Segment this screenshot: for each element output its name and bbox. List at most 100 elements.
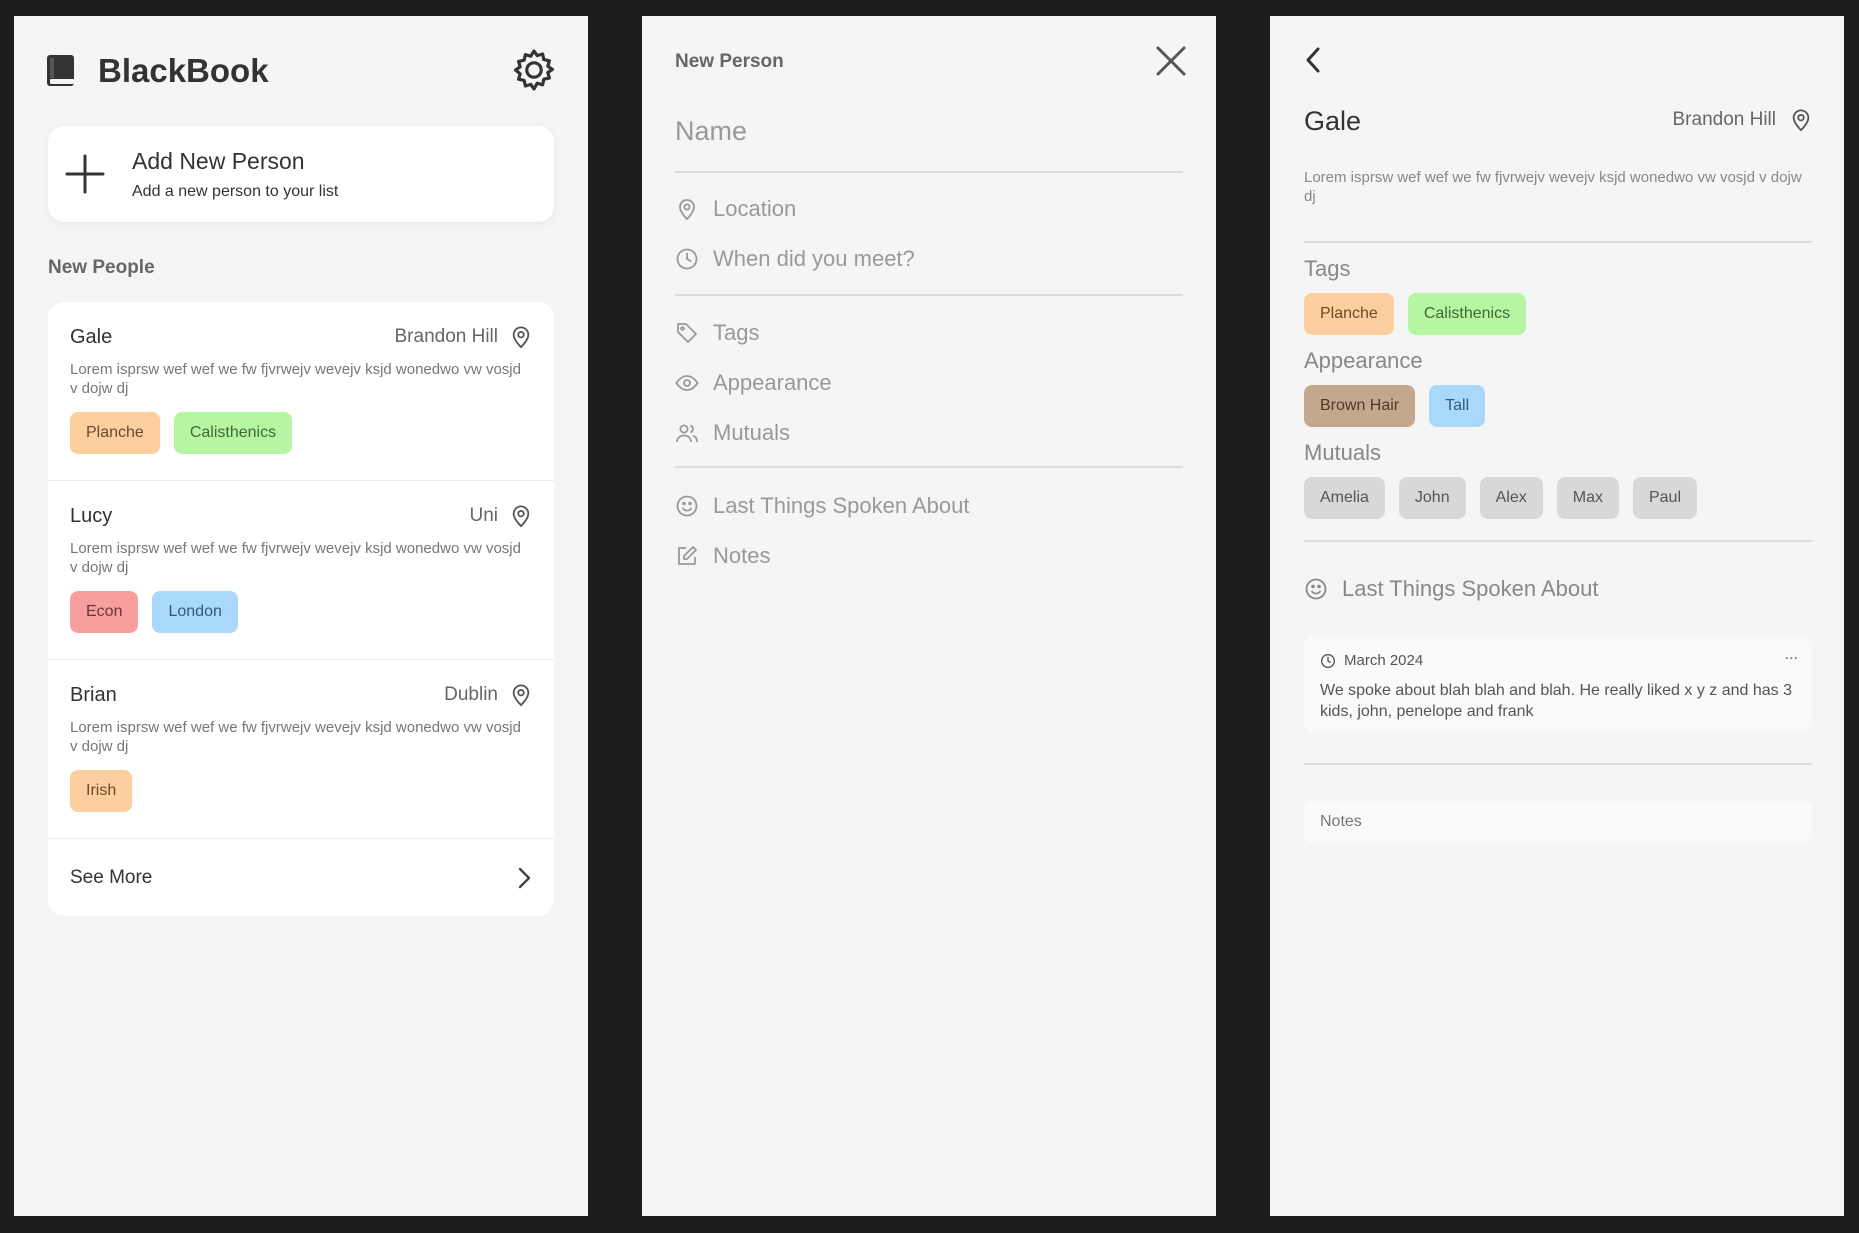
met-date-field[interactable]: When did you meet? <box>675 246 915 272</box>
gear-icon[interactable] <box>510 46 558 94</box>
person-description: Lorem isprsw wef wef we fw fjvrwejv weve… <box>70 361 521 397</box>
list-item[interactable]: Gale Brandon Hill Lorem isprsw wef wef w… <box>48 302 554 481</box>
location-pin-icon <box>510 683 532 707</box>
see-more-button[interactable]: See More <box>48 839 554 916</box>
tag[interactable]: Brown Hair <box>1304 385 1416 427</box>
mutuals-label: Mutuals <box>713 420 791 445</box>
person-location: Dublin <box>444 684 498 705</box>
person-name: Brian <box>70 683 117 706</box>
divider <box>675 466 1183 468</box>
divider <box>675 294 1183 296</box>
location-label: Location <box>713 196 797 221</box>
location-field[interactable]: Location <box>675 196 796 222</box>
tags-field[interactable]: Tags <box>675 320 759 346</box>
add-new-person-button[interactable]: Add New Person Add a new person to your … <box>48 126 554 222</box>
clock-icon <box>1320 653 1336 669</box>
see-more-label: See More <box>70 866 153 888</box>
last-spoken-label: Last Things Spoken About <box>1342 576 1599 601</box>
more-options-button[interactable]: ... <box>1785 646 1798 664</box>
add-card-subtitle: Add a new person to your list <box>132 182 339 200</box>
smile-icon <box>1304 577 1328 601</box>
notes-field[interactable]: Notes <box>1304 801 1812 843</box>
close-icon[interactable] <box>1154 44 1188 78</box>
person-location: Uni <box>469 505 498 526</box>
brand: BlackBook <box>46 52 269 90</box>
tags-label: Tags <box>713 320 760 345</box>
people-list: Gale Brandon Hill Lorem isprsw wef wef w… <box>48 302 554 916</box>
divider <box>1304 763 1812 765</box>
mutuals-field[interactable]: Mutuals <box>675 420 790 446</box>
mutual-chip[interactable]: John <box>1398 477 1466 519</box>
mutual-chip[interactable]: Amelia <box>1304 477 1385 519</box>
mutual-chip[interactable]: Alex <box>1479 477 1543 519</box>
person-description: Lorem isprsw wef wef we fw fjvrwejv weve… <box>70 719 521 755</box>
person-description: Lorem isprsw wef wef we fw fjvrwejv weve… <box>1304 169 1802 205</box>
mutuals-label: Mutuals <box>1304 440 1382 465</box>
person-name: Gale <box>70 325 113 348</box>
tag[interactable]: London <box>152 591 238 633</box>
notes-label: Notes <box>713 543 771 568</box>
tag[interactable]: Calisthenics <box>1407 293 1527 335</box>
name-input[interactable]: Name <box>675 116 747 147</box>
divider <box>1304 540 1812 542</box>
book-icon <box>46 54 76 88</box>
smile-icon <box>675 494 699 518</box>
app-title: BlackBook <box>98 52 269 89</box>
tag[interactable]: Tall <box>1429 385 1486 427</box>
person-detail-screen: Gale Brandon Hill Lorem isprsw wef wef w… <box>1270 16 1844 1216</box>
conversation-note[interactable]: March 2024 ... We spoke about blah blah … <box>1304 636 1812 732</box>
eye-icon <box>675 371 699 395</box>
tag-list: Planche Calisthenics <box>70 412 532 454</box>
note-text: We spoke about blah blah and blah. He re… <box>1320 682 1792 720</box>
appearance-label: Appearance <box>713 370 832 395</box>
person-name: Lucy <box>70 504 113 527</box>
location-pin-icon <box>1790 108 1812 132</box>
person-name: Gale <box>1304 106 1362 136</box>
tag[interactable]: Econ <box>70 591 139 633</box>
location-pin-icon <box>510 504 532 528</box>
page-title: New Person <box>675 51 784 72</box>
edit-icon <box>675 544 699 568</box>
tag[interactable]: Planche <box>70 412 160 454</box>
tag-list: Planche Calisthenics <box>1304 293 1527 335</box>
mutuals-list: Amelia John Alex Max Paul <box>1304 477 1697 519</box>
divider <box>1304 241 1812 243</box>
mutual-chip[interactable]: Max <box>1556 477 1619 519</box>
back-chevron-icon[interactable] <box>1298 44 1330 76</box>
tag[interactable]: Irish <box>70 770 133 812</box>
users-icon <box>675 421 699 445</box>
chevron-right-icon <box>516 866 532 890</box>
list-item[interactable]: Lucy Uni Lorem isprsw wef wef we fw fjvr… <box>48 481 554 660</box>
person-description: Lorem isprsw wef wef we fw fjvrwejv weve… <box>70 540 521 576</box>
tag-icon <box>675 321 699 345</box>
list-item[interactable]: Brian Dublin Lorem isprsw wef wef we fw … <box>48 660 554 839</box>
new-person-screen: New Person Name Location When did you me… <box>642 16 1216 1216</box>
location-pin-icon <box>675 197 699 221</box>
last-spoken-label: Last Things Spoken About <box>713 493 970 518</box>
notes-field[interactable]: Notes <box>675 543 770 569</box>
add-card-title: Add New Person <box>132 147 305 174</box>
tag-list: Econ London <box>70 591 532 633</box>
person-location: Brandon Hill <box>1673 108 1813 132</box>
location-text: Brandon Hill <box>1672 109 1777 130</box>
divider <box>675 171 1183 173</box>
last-spoken-field[interactable]: Last Things Spoken About <box>675 493 969 519</box>
mutual-chip[interactable]: Paul <box>1632 477 1697 519</box>
last-spoken-header: Last Things Spoken About <box>1304 576 1598 602</box>
note-date: March 2024 <box>1320 652 1796 669</box>
tag-list: Irish <box>70 770 532 812</box>
home-screen: BlackBook Add New Person Add a new perso… <box>14 16 588 1216</box>
tag[interactable]: Calisthenics <box>173 412 293 454</box>
plus-icon <box>64 153 106 195</box>
clock-icon <box>675 247 699 271</box>
appearance-field[interactable]: Appearance <box>675 370 832 396</box>
location-pin-icon <box>510 325 532 349</box>
appearance-list: Brown Hair Tall <box>1304 385 1486 427</box>
person-location: Brandon Hill <box>394 326 499 347</box>
met-date-label: When did you meet? <box>713 246 915 271</box>
note-date-text: March 2024 <box>1344 652 1424 669</box>
tag[interactable]: Planche <box>1304 293 1394 335</box>
section-title: New People <box>48 257 155 278</box>
appearance-label: Appearance <box>1304 348 1423 373</box>
tags-label: Tags <box>1304 256 1351 281</box>
